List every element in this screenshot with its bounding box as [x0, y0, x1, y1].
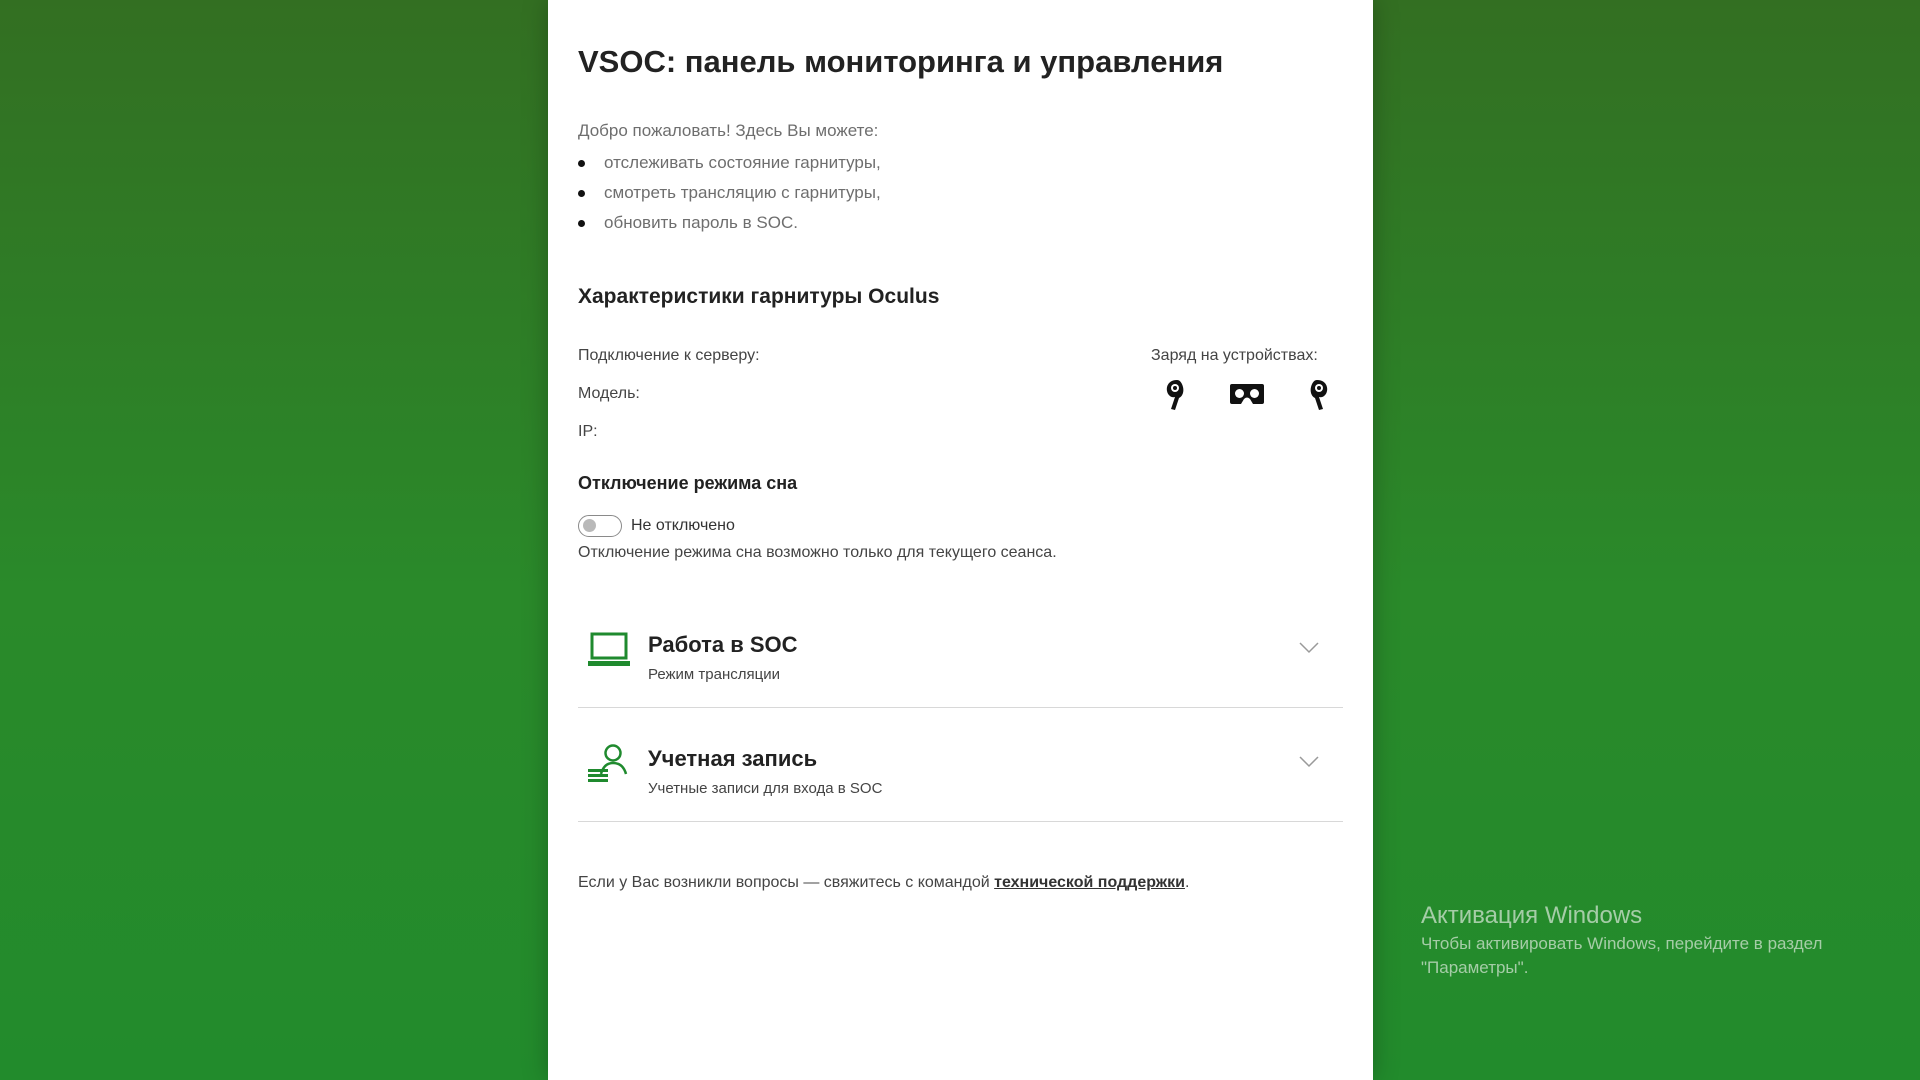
- list-item: обновить пароль в SOC.: [578, 208, 881, 238]
- intro-block: Добро пожаловать! Здесь Вы можете: отсле…: [578, 118, 881, 238]
- watermark-title: Активация Windows: [1421, 902, 1643, 929]
- accordion-title: Работа в SOC: [648, 632, 798, 657]
- accordion-subtitle: Режим трансляции: [648, 666, 780, 683]
- accordion-title: Учетная запись: [648, 746, 818, 771]
- list-item-text: смотреть трансляцию с гарнитуры,: [604, 183, 881, 202]
- battery-label: Заряд на устройствах:: [1151, 347, 1318, 364]
- toggle-knob: [583, 519, 596, 532]
- sleep-toggle-row: Не отключено: [578, 515, 735, 537]
- headset-section-title: Характеристики гарнитуры Oculus: [578, 285, 940, 308]
- intro-greeting: Добро пожаловать! Здесь Вы можете:: [578, 121, 879, 140]
- windows-activation-watermark: Активация Windows Чтобы активировать Win…: [1421, 900, 1861, 980]
- accordion-soc-work[interactable]: Работа в SOC Режим трансляции: [578, 594, 1343, 708]
- sleep-mode-title: Отключение режима сна: [578, 473, 798, 493]
- battery-status: Заряд на устройствах:: [1151, 344, 1341, 416]
- model-label: Модель:: [578, 385, 640, 402]
- feature-list: отслеживать состояние гарнитуры, смотрет…: [578, 148, 881, 238]
- bullet-icon: [578, 220, 585, 227]
- support-note: Если у Вас возникли вопросы — свяжитесь …: [578, 874, 1189, 892]
- support-link[interactable]: технической поддержки: [994, 874, 1185, 891]
- bullet-icon: [578, 190, 585, 197]
- left-controller-icon[interactable]: [1155, 376, 1195, 412]
- list-item-text: обновить пароль в SOC.: [604, 213, 798, 232]
- connection-label: Подключение к серверу:: [578, 347, 760, 364]
- chevron-down-icon[interactable]: [1299, 641, 1319, 654]
- right-controller-icon[interactable]: [1299, 376, 1339, 412]
- user-account-icon: [586, 742, 632, 786]
- ip-label: IP:: [578, 423, 598, 440]
- support-text: Если у Вас возникли вопросы — свяжитесь …: [578, 874, 995, 891]
- sleep-mode-note: Отключение режима сна возможно только дл…: [578, 544, 1057, 561]
- bullet-icon: [578, 160, 585, 167]
- list-item-text: отслеживать состояние гарнитуры,: [604, 153, 881, 172]
- headset-icon[interactable]: [1227, 376, 1267, 412]
- accordion-account[interactable]: Учетная запись Учетные записи для входа …: [578, 708, 1343, 822]
- chevron-down-icon[interactable]: [1299, 755, 1319, 768]
- sleep-toggle-label: Не отключено: [631, 517, 735, 534]
- watermark-text: Чтобы активировать Windows, перейдите в …: [1421, 934, 1823, 977]
- main-panel: VSOC: панель мониторинга и управления До…: [548, 0, 1373, 1080]
- laptop-icon: [586, 628, 632, 672]
- page-title: VSOC: панель мониторинга и управления: [578, 44, 1224, 79]
- list-item: отслеживать состояние гарнитуры,: [578, 148, 881, 178]
- headset-properties: Подключение к серверу: Модель: IP:: [578, 344, 760, 458]
- accordion-subtitle: Учетные записи для входа в SOC: [648, 780, 883, 797]
- list-item: смотреть трансляцию с гарнитуры,: [578, 178, 881, 208]
- battery-device-icons: [1151, 376, 1341, 416]
- sleep-mode-toggle[interactable]: [578, 515, 622, 537]
- support-text-end: .: [1184, 874, 1190, 891]
